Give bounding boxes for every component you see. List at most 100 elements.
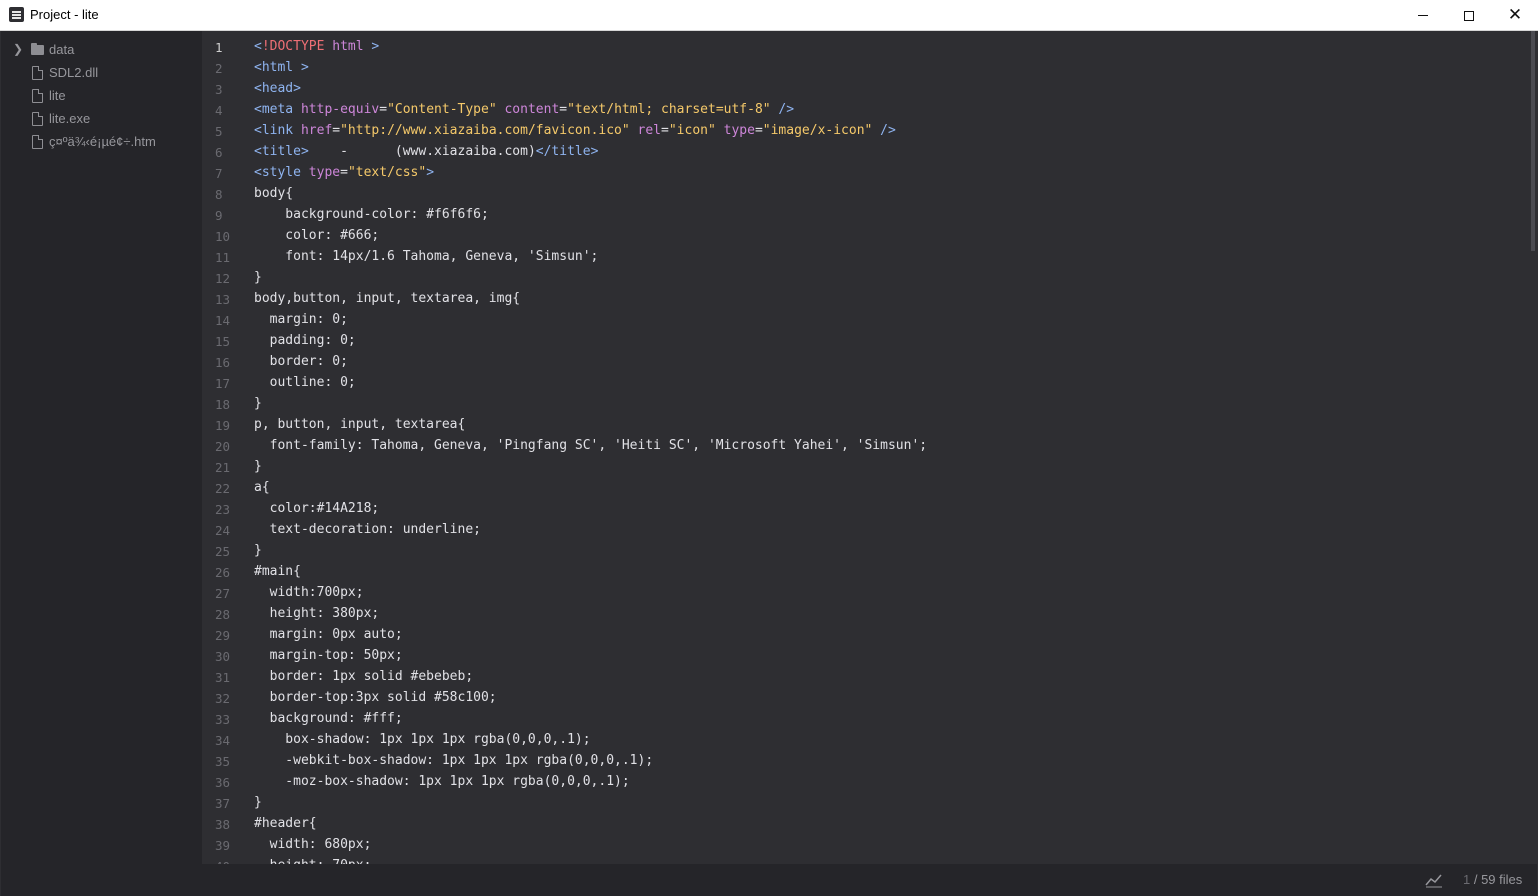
code-token: <link [254, 123, 301, 138]
code-line[interactable]: font: 14px/1.6 Tahoma, Geneva, 'Simsun'; [254, 249, 598, 264]
code-line[interactable]: body,button, input, textarea, img{ [254, 291, 520, 306]
code-line[interactable]: -moz-box-shadow: 1px 1px 1px rgba(0,0,0,… [254, 774, 630, 789]
code-token: "image/x-icon" [762, 123, 873, 138]
maximize-button[interactable] [1446, 0, 1492, 30]
code-token: -moz-box-shadow: 1px 1px 1px rgba(0,0,0,… [254, 774, 630, 789]
code-line[interactable]: width: 680px; [254, 837, 372, 852]
code-line[interactable]: #header{ [254, 816, 317, 831]
code-line[interactable]: padding: 0; [254, 333, 356, 348]
line-number: 1 [215, 40, 223, 55]
folder-icon [31, 43, 44, 55]
code-line[interactable]: margin: 0; [254, 312, 348, 327]
code-token: "Content-Type" [387, 102, 497, 117]
file-icon [32, 135, 43, 149]
code-line[interactable]: text-decoration: underline; [254, 522, 481, 537]
line-number: 34 [215, 733, 231, 748]
code-token: color: #666; [254, 228, 380, 243]
line-number: 15 [215, 334, 231, 349]
tree-item-lite[interactable]: lite [1, 84, 202, 107]
code-line[interactable]: <style type="text/css"> [254, 165, 434, 180]
code-line[interactable]: <title> - (www.xiazaiba.com)</title> [254, 144, 598, 159]
code-token: < [254, 39, 262, 54]
line-number: 19 [215, 418, 231, 433]
code-line[interactable]: <head> [254, 81, 301, 96]
code-line[interactable]: width:700px; [254, 585, 364, 600]
close-button[interactable]: ✕ [1492, 0, 1538, 30]
code-token: type [308, 165, 341, 180]
tree-item-htm-file[interactable]: ç¤ºä¾‹é¡µé¢÷.htm [1, 130, 202, 153]
code-line[interactable]: font-family: Tahoma, Geneva, 'Pingfang S… [254, 438, 927, 453]
code-token: border-top:3px solid #58c100; [254, 690, 497, 705]
code-line[interactable]: body{ [254, 186, 293, 201]
code-token: -webkit-box-shadow: 1px 1px 1px rgba(0,0… [254, 753, 654, 768]
line-number: 36 [215, 775, 231, 790]
code-token: = [379, 102, 388, 117]
code-line[interactable]: color: #666; [254, 228, 379, 243]
code-token: rel [637, 123, 662, 138]
code-line[interactable]: outline: 0; [254, 375, 356, 390]
line-number: 5 [215, 124, 223, 139]
editor-scrollbar[interactable] [1531, 31, 1535, 251]
line-number: 14 [215, 313, 231, 328]
code-line[interactable]: margin: 0px auto; [254, 627, 403, 642]
code-line[interactable]: <link href="http://www.xiazaiba.com/favi… [254, 123, 896, 138]
code-line[interactable]: background-color: #f6f6f6; [254, 207, 489, 222]
code-token: #header{ [254, 816, 317, 831]
code-line[interactable]: box-shadow: 1px 1px 1px rgba(0,0,0,.1); [254, 732, 590, 747]
code-token: border: 1px solid #ebebeb; [254, 669, 474, 684]
code-token: = [332, 123, 341, 138]
tree-item-sdl2-dll[interactable]: SDL2.dll [1, 61, 202, 84]
code-line[interactable]: a{ [254, 480, 270, 495]
tree-item-lite-exe[interactable]: lite.exe [1, 107, 202, 130]
code-line[interactable]: -webkit-box-shadow: 1px 1px 1px rgba(0,0… [254, 753, 653, 768]
code-line[interactable]: <html > [254, 60, 309, 75]
code-line[interactable]: margin-top: 50px; [254, 648, 403, 663]
code-line[interactable]: } [254, 270, 262, 285]
code-token: <html > [254, 60, 309, 75]
code-token: margin-top: 50px; [254, 648, 403, 663]
code-token: } [254, 795, 262, 810]
line-number: 27 [215, 586, 231, 601]
code-token: body{ [254, 186, 294, 201]
maximize-icon [1464, 10, 1474, 21]
chevron-right-icon[interactable]: ❯ [13, 38, 23, 61]
code-line[interactable]: <!DOCTYPE html > [254, 39, 379, 54]
code-line[interactable]: background: #fff; [254, 711, 403, 726]
code-line[interactable]: border: 1px solid #ebebeb; [254, 669, 474, 684]
line-number: 38 [215, 817, 231, 832]
minimize-button[interactable] [1400, 0, 1446, 30]
code-line[interactable]: #main{ [254, 564, 301, 579]
tree-item-label: lite [49, 88, 66, 103]
code-token: font-family: Tahoma, Geneva, 'Pingfang S… [254, 438, 928, 453]
line-number: 28 [215, 607, 231, 622]
code-token: font: 14px/1.6 Tahoma, Geneva, 'Simsun'; [254, 249, 599, 264]
code-line[interactable]: color:#14A218; [254, 501, 380, 516]
code-line[interactable]: p, button, input, textarea{ [254, 417, 465, 432]
close-icon: ✕ [1507, 5, 1523, 25]
code-token: width:700px; [254, 585, 364, 600]
code-token: "text/html; charset=utf-8" [567, 102, 771, 117]
code-token: = [661, 123, 669, 138]
code-line[interactable]: <meta http-equiv="Content-Type" content=… [254, 102, 794, 117]
code-token: !DOCTYPE [261, 39, 333, 54]
code-line[interactable]: } [254, 396, 262, 411]
code-token: = [754, 123, 763, 138]
window-titlebar: Project - lite ✕ [0, 0, 1538, 31]
code-token: = [340, 165, 348, 180]
code-line[interactable]: border-top:3px solid #58c100; [254, 690, 497, 705]
code-line[interactable]: border: 0; [254, 354, 348, 369]
code-token: margin: 0px auto; [254, 627, 403, 642]
tree-item-data-folder[interactable]: ❯ data [1, 38, 202, 61]
code-line[interactable]: } [254, 459, 262, 474]
line-number: 32 [215, 691, 231, 706]
line-number: 3 [215, 82, 223, 97]
code-line[interactable]: } [254, 795, 262, 810]
code-editor[interactable]: 1 <!DOCTYPE html >2 <html >3 <head> 4 <meta h… [203, 31, 1535, 864]
line-number: 30 [215, 649, 231, 664]
activity-chart-icon[interactable] [1425, 872, 1443, 888]
tree-item-label: lite.exe [49, 111, 91, 126]
code-line[interactable]: height: 380px; [254, 606, 380, 621]
tree-item-label: SDL2.dll [49, 65, 99, 80]
code-line[interactable]: } [254, 543, 262, 558]
